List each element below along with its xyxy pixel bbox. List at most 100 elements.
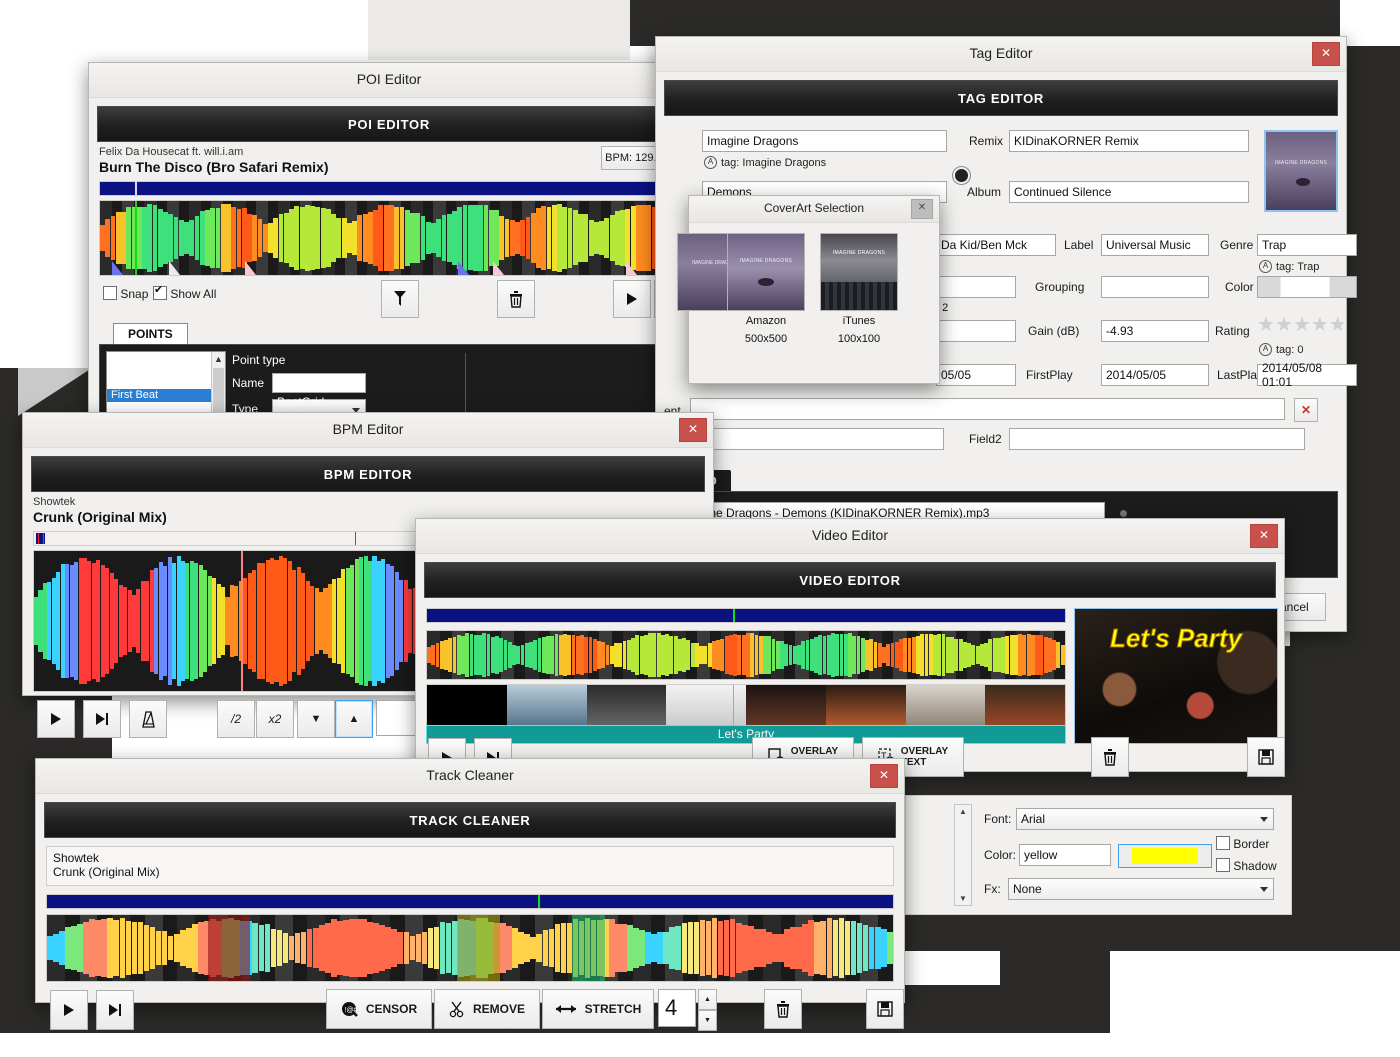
bpm-field[interactable] xyxy=(936,276,1016,298)
tag-editor-titlebar[interactable]: Tag Editor ✕ xyxy=(656,37,1346,72)
stretch-button[interactable]: STRETCH xyxy=(542,989,654,1029)
font-select[interactable]: Arial xyxy=(1016,808,1274,830)
filter-icon[interactable] xyxy=(381,280,419,318)
points-list-item[interactable]: Mix 'Fade' Start xyxy=(107,364,212,376)
coverart-thumb[interactable]: IMAGINE DRAGONS xyxy=(820,233,898,311)
filmstrip-frame[interactable] xyxy=(506,685,588,729)
bpm-down-button[interactable]: ▼ xyxy=(297,700,335,738)
bpm-editor-close-icon[interactable]: ✕ xyxy=(679,418,707,442)
filmstrip-frame[interactable] xyxy=(825,685,907,729)
filmstrip-frame[interactable] xyxy=(666,685,747,729)
play-icon[interactable] xyxy=(50,990,88,1030)
color-name-field[interactable]: yellow xyxy=(1019,844,1111,866)
date-field[interactable]: 05/05 xyxy=(936,364,1016,386)
album-field[interactable]: Continued Silence xyxy=(1009,181,1249,203)
filmstrip-frame[interactable] xyxy=(985,685,1065,729)
video-audio-waveform[interactable] xyxy=(426,630,1066,680)
video-filmstrip[interactable] xyxy=(426,684,1066,730)
trash-icon[interactable] xyxy=(1091,737,1129,777)
trash-icon[interactable] xyxy=(497,280,535,318)
shadow-checkbox[interactable] xyxy=(1216,858,1230,872)
track-cleaner-close-icon[interactable]: ✕ xyxy=(870,764,898,788)
poi-showall-toggle[interactable]: Show All xyxy=(153,283,216,301)
rating-stars[interactable]: ★★★★★ xyxy=(1257,314,1347,336)
bpm-up-button[interactable]: ▲ xyxy=(335,700,373,738)
rating-star[interactable]: ★ xyxy=(1257,314,1275,336)
half-bpm-button[interactable]: /2 xyxy=(217,700,255,738)
comment-clear-icon[interactable]: ✕ xyxy=(1294,398,1318,422)
bpm-beat-marker[interactable] xyxy=(241,551,244,691)
tc-region[interactable] xyxy=(207,915,251,981)
filmstrip-frame[interactable] xyxy=(746,685,827,729)
bpm-editor-titlebar[interactable]: BPM Editor ✕ xyxy=(23,413,713,448)
poi-overview-strip[interactable] xyxy=(99,181,679,196)
shadow-toggle[interactable]: Shadow xyxy=(1216,858,1277,873)
tc-overview-strip[interactable] xyxy=(46,894,894,909)
track-cleaner-titlebar[interactable]: Track Cleaner ✕ xyxy=(36,759,904,794)
artist-field[interactable]: Imagine Dragons xyxy=(702,130,947,152)
poi-editor-titlebar[interactable]: POI Editor ✕ xyxy=(89,63,689,98)
comment-field[interactable] xyxy=(690,398,1285,420)
video-editor-window[interactable]: Video Editor ✕ VIDEO EDITOR Let's Party xyxy=(415,518,1285,778)
scroll-up-icon[interactable]: ▲ xyxy=(955,805,971,818)
poi-editor-window[interactable]: POI Editor ✕ POI EDITOR Felix Da Houseca… xyxy=(88,62,692,445)
track-cleaner-window[interactable]: Track Cleaner ✕ TRACK CLEANER Showtek Cr… xyxy=(35,758,905,1031)
next-icon[interactable] xyxy=(96,990,134,1030)
tc-waveform[interactable] xyxy=(46,914,894,982)
label-field[interactable]: Universal Music xyxy=(1101,234,1209,256)
swap-icon[interactable] xyxy=(953,167,970,184)
play-icon[interactable] xyxy=(613,280,651,318)
points-tab[interactable]: POINTS xyxy=(113,323,188,345)
poi-marker[interactable] xyxy=(111,261,123,275)
filmstrip-frame[interactable] xyxy=(586,685,668,729)
scroll-down-icon[interactable]: ▼ xyxy=(955,892,971,905)
play-icon[interactable] xyxy=(37,700,75,738)
coverart-close-icon[interactable]: ✕ xyxy=(911,199,933,219)
stretch-amount-field[interactable]: 4 xyxy=(658,989,696,1027)
composer-field[interactable]: Da Kid/Ben Mck xyxy=(936,234,1056,256)
snap-checkbox[interactable] xyxy=(103,286,117,300)
metronome-icon[interactable] xyxy=(129,700,167,738)
save-icon[interactable] xyxy=(1247,737,1285,777)
poi-waveform[interactable] xyxy=(99,200,679,276)
coverart-selection-window[interactable]: CoverArt Selection ✕ IMAGINE DRAGONS IMA… xyxy=(677,195,940,384)
next-icon[interactable] xyxy=(83,700,121,738)
poi-marker[interactable] xyxy=(169,261,181,275)
poi-marker[interactable] xyxy=(625,261,637,275)
video-preview[interactable]: Let's Party xyxy=(1074,608,1278,744)
genre-field[interactable]: Trap xyxy=(1257,234,1357,256)
poi-snap-toggle[interactable]: Snap xyxy=(103,286,148,301)
video-editor-titlebar[interactable]: Video Editor ✕ xyxy=(416,519,1284,554)
showall-checkbox[interactable] xyxy=(153,283,167,300)
save-icon[interactable] xyxy=(866,989,904,1029)
rating-star[interactable]: ★ xyxy=(1275,314,1293,336)
firstplay-field[interactable]: 2014/05/05 xyxy=(1101,364,1209,386)
points-list-item[interactable]: Mix 'Cut' Start xyxy=(107,377,212,389)
filmstrip-frame[interactable] xyxy=(427,685,508,729)
color-swatch[interactable] xyxy=(1257,276,1357,298)
color-swatch-box[interactable] xyxy=(1118,844,1212,868)
points-list-item[interactable]: Mix 'Full' Start xyxy=(107,352,212,364)
poi-marker[interactable] xyxy=(458,261,470,275)
poi-marker[interactable] xyxy=(244,261,256,275)
stretch-stepper[interactable]: ▲ ▼ xyxy=(698,989,717,1031)
grouping-field[interactable] xyxy=(1101,276,1209,298)
trash-icon[interactable] xyxy=(764,989,802,1029)
remove-button[interactable]: REMOVE xyxy=(434,989,540,1029)
cover-art-preview[interactable]: IMAGINE DRAGONS xyxy=(1264,130,1338,212)
panel-scrollbar[interactable]: ▲ ▼ xyxy=(954,804,972,906)
gain-field[interactable]: -4.93 xyxy=(1101,320,1209,342)
filmstrip-frame[interactable] xyxy=(905,685,987,729)
stepper-up-icon[interactable]: ▲ xyxy=(698,989,717,1010)
rating-star[interactable]: ★ xyxy=(1311,314,1329,336)
border-checkbox[interactable] xyxy=(1216,836,1230,850)
video-overview-strip[interactable] xyxy=(426,608,1066,623)
lastplay-field[interactable]: 2014/05/08 01:01 xyxy=(1257,361,1357,389)
field2-input[interactable] xyxy=(1009,428,1305,450)
censor-button[interactable]: !@# CENSOR xyxy=(326,989,432,1029)
video-editor-close-icon[interactable]: ✕ xyxy=(1250,524,1278,548)
poi-marker[interactable] xyxy=(493,261,505,275)
point-name-input[interactable] xyxy=(272,373,366,393)
border-toggle[interactable]: Border xyxy=(1216,836,1269,851)
scroll-up-icon[interactable]: ▲ xyxy=(212,352,225,366)
